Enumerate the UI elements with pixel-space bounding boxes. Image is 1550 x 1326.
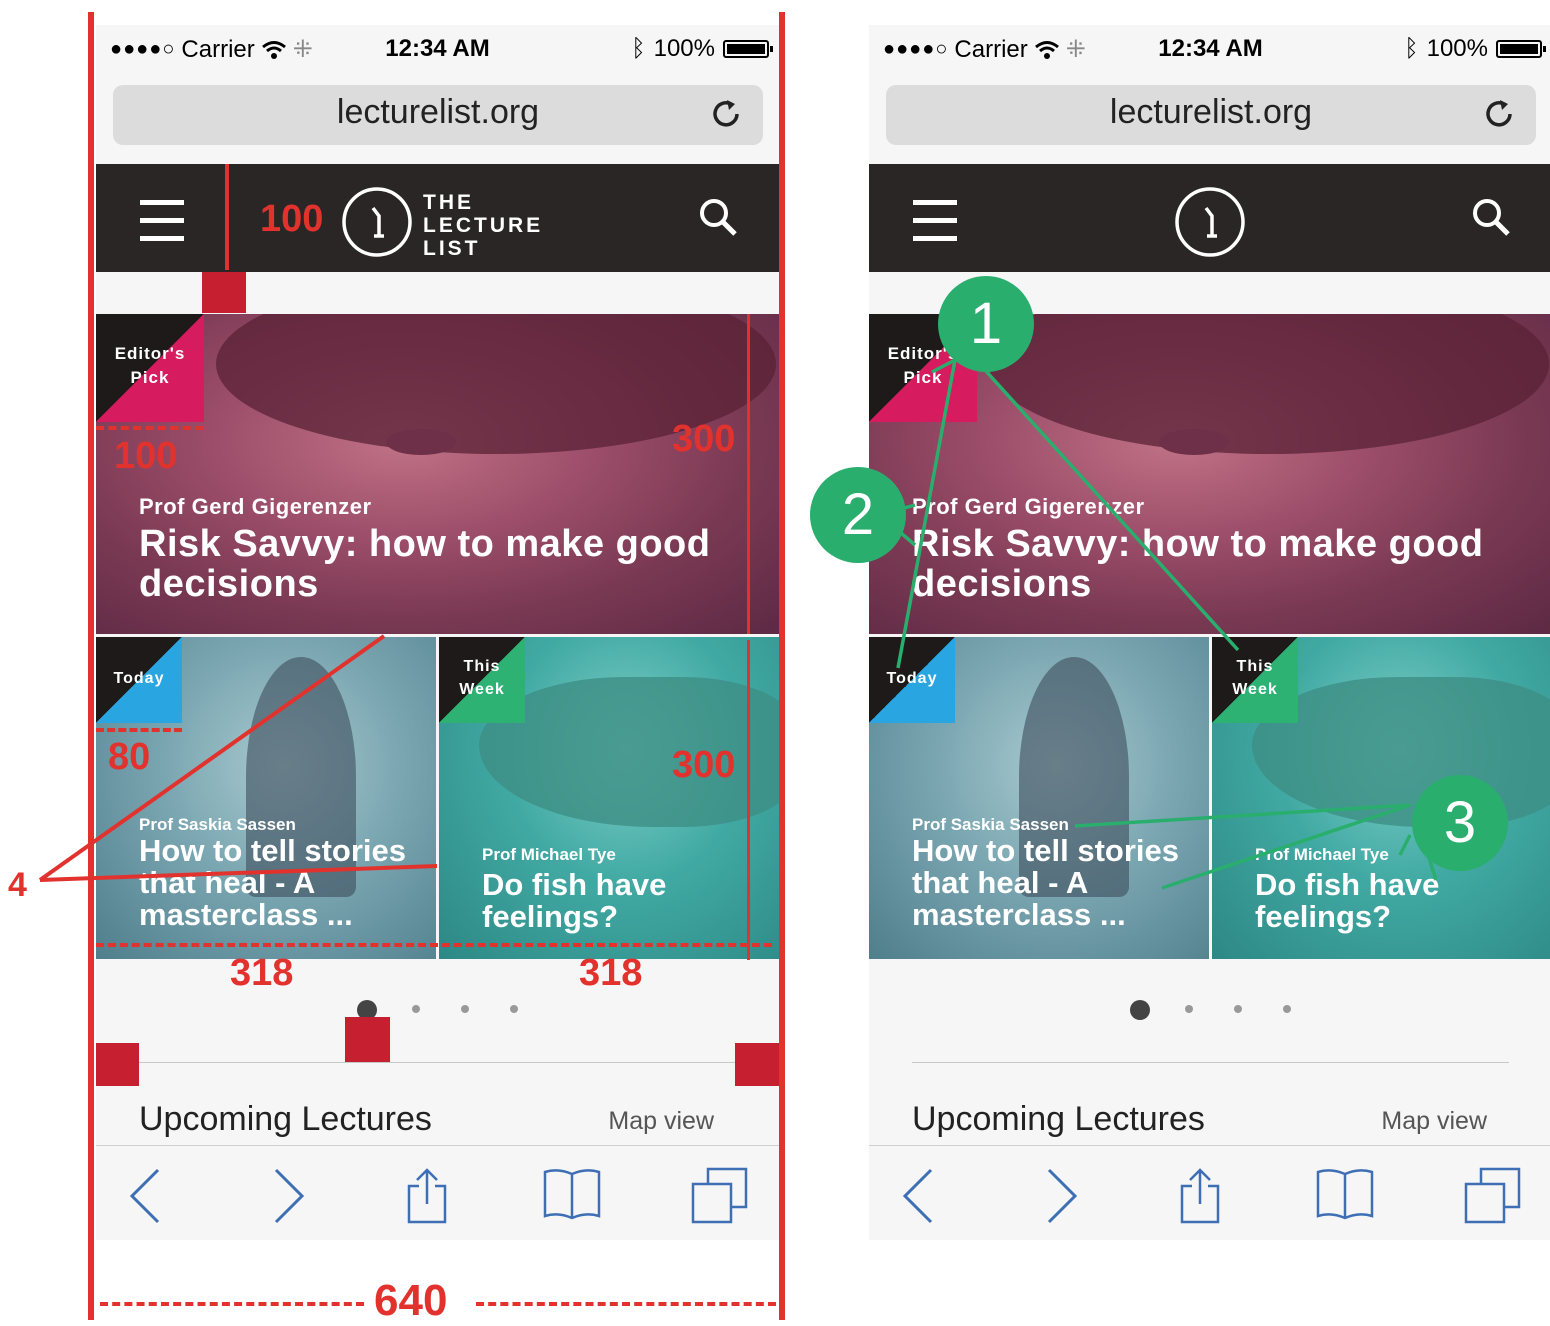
callout-badge-1: 1 (938, 276, 1034, 372)
callout-badge-2: 2 (810, 467, 906, 563)
callout-lines-green (878, 358, 1438, 890)
callout-badge-3: 3 (1412, 775, 1508, 871)
